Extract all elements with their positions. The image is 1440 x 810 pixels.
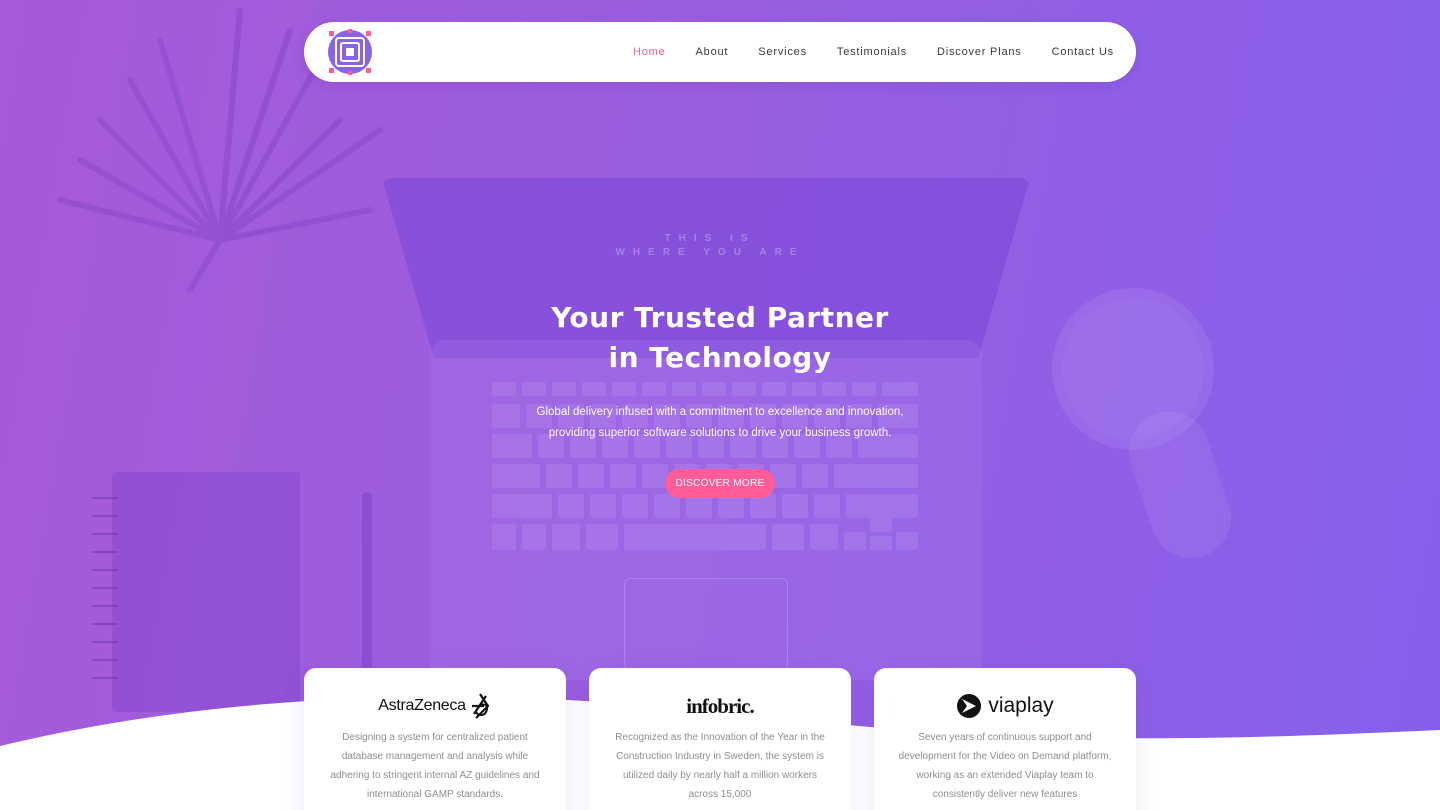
nav-link-contact-us[interactable]: Contact Us <box>1052 46 1114 58</box>
viaplay-logo: viaplay <box>874 690 1136 722</box>
client-card-astrazeneca: AstraZeneca Designing a system for centr… <box>304 668 566 810</box>
infobric-logo: infobric. <box>589 690 851 722</box>
notebook-decoration <box>112 472 300 712</box>
laptop-screen-text: THIS IS WHERE YOU ARE <box>560 232 860 260</box>
nav-link-about[interactable]: About <box>696 46 729 58</box>
client-card-viaplay: viaplay Seven years of continuous suppor… <box>874 668 1136 810</box>
client-card-description: Designing a system for centralized patie… <box>330 732 540 800</box>
astrazeneca-logo: AstraZeneca <box>304 690 566 722</box>
discover-more-button[interactable]: DISCOVER MORE <box>665 469 775 498</box>
hand-decoration <box>1118 401 1242 569</box>
nav-link-home[interactable]: Home <box>633 46 666 58</box>
hero-title-line-1: Your Trusted Partner <box>551 301 889 334</box>
nav-links: Home About Services Testimonials Discove… <box>633 22 1136 82</box>
trackpad-decoration <box>624 578 788 670</box>
notebook-spiral-decoration <box>92 497 118 679</box>
hero-subtitle-line-1: Global delivery infused with a commitmen… <box>536 406 904 418</box>
screen-line-1: THIS IS <box>664 233 756 244</box>
client-card-infobric: infobric. Recognized as the Innovation o… <box>589 668 851 810</box>
nav-link-testimonials[interactable]: Testimonials <box>837 46 907 58</box>
hero-subtitle-line-2: providing superior software solutions to… <box>548 427 892 439</box>
screen-line-2: WHERE YOU ARE <box>615 247 805 258</box>
viaplay-wordmark: viaplay <box>988 694 1054 717</box>
nav-link-discover-plans[interactable]: Discover Plans <box>937 46 1022 58</box>
client-card-description: Seven years of continuous support and de… <box>898 732 1112 800</box>
nav-link-services[interactable]: Services <box>758 46 807 58</box>
client-card-description: Recognized as the Innovation of the Year… <box>615 732 825 800</box>
company-logo-icon[interactable] <box>326 28 374 76</box>
pen-decoration <box>362 492 372 682</box>
astrazeneca-wordmark: AstraZeneca <box>378 697 466 714</box>
infobric-wordmark: infobric. <box>686 693 754 718</box>
hero-title: Your Trusted Partner in Technology <box>420 298 1020 378</box>
viaplay-play-icon <box>957 694 982 718</box>
hero-title-line-2: in Technology <box>608 341 832 374</box>
astrazeneca-symbol-icon <box>471 693 489 719</box>
navbar: Home About Services Testimonials Discove… <box>304 22 1136 82</box>
hero-subtitle: Global delivery infused with a commitmen… <box>470 402 970 444</box>
